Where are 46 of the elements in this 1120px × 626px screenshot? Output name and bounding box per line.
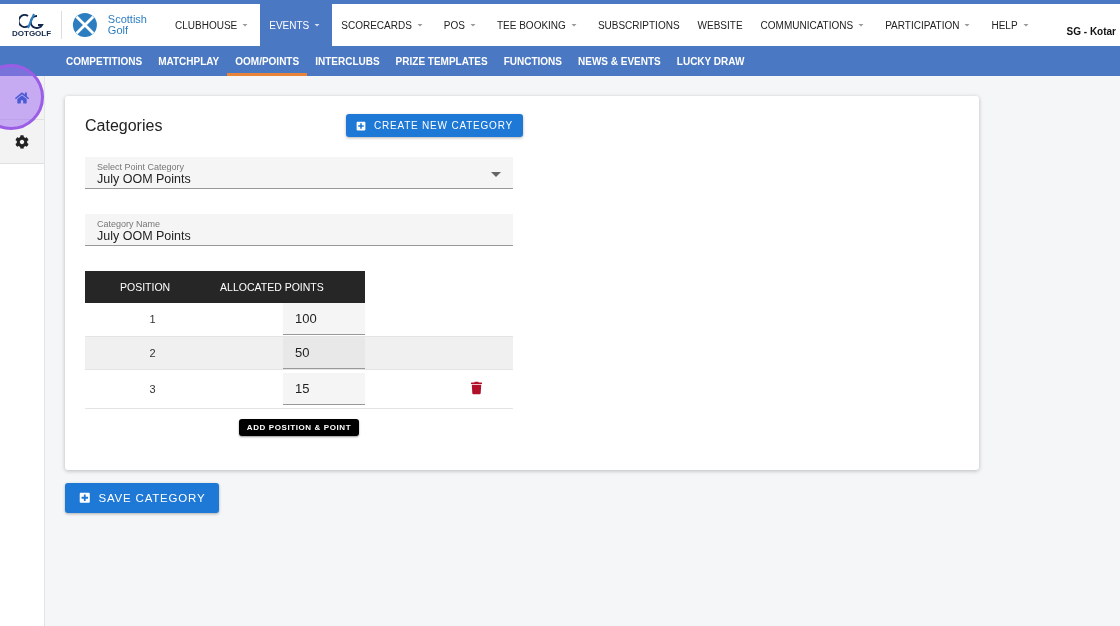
field-label: Category Name	[97, 219, 162, 229]
dropdown-caret-icon	[491, 171, 501, 177]
nav-tab[interactable]: SCORECARDS	[332, 4, 435, 46]
nav-tab[interactable]: EVENTS	[260, 4, 333, 46]
select-field[interactable]: Select Point Category July OOM Points	[85, 157, 513, 189]
table-cell: 2	[85, 336, 221, 369]
table-cell: 1	[85, 303, 221, 336]
field-value: July OOM Points	[97, 172, 192, 186]
plus-icon	[79, 491, 91, 504]
user-name: SG - Kotar	[1066, 25, 1116, 37]
points-input[interactable]: 50	[283, 336, 366, 369]
subnav-tab[interactable]: PRIZE TEMPLATES	[387, 46, 496, 76]
nav-tab[interactable]: COMMUNICATIONS	[751, 4, 877, 46]
subnav-tab[interactable]: LUCKY DRAW	[668, 46, 753, 76]
subnav-tab[interactable]: FUNCTIONS	[495, 46, 570, 76]
delete-icon[interactable]	[471, 380, 483, 395]
logo-text: DOTGOLF	[12, 28, 52, 38]
points-input[interactable]: 100	[283, 303, 366, 336]
input-field[interactable]: Category Name July OOM Points	[85, 214, 513, 246]
nav-tab[interactable]: TEE BOOKING	[487, 4, 589, 46]
subnav-tab[interactable]: MATCHPLAY	[150, 46, 228, 76]
home-icon	[15, 90, 29, 105]
field-label: Select Point Category	[97, 162, 186, 172]
subnav-tab[interactable]: NEWS & EVENTS	[570, 46, 669, 76]
logo-icon	[18, 12, 45, 29]
column-header: POSITION	[85, 271, 221, 303]
subnav-tab[interactable]: COMPETITIONS	[58, 46, 151, 76]
table-cell: 3	[85, 369, 221, 408]
plus-icon	[355, 120, 366, 131]
section-title: Categories	[85, 116, 163, 135]
points-input[interactable]: 15	[283, 372, 366, 405]
nav-tab[interactable]: POS	[434, 4, 488, 46]
column-header: ALLOCATED POINTS	[220, 271, 366, 303]
create-category-button[interactable]: CREATE NEW CATEGORY	[345, 114, 523, 137]
add-position-button[interactable]: ADD POSITION & POINT	[238, 418, 360, 436]
field-value: July OOM Points	[97, 229, 192, 243]
settings-icon	[15, 134, 29, 149]
nav-tab[interactable]: CLUBHOUSE	[166, 4, 261, 46]
subnav-tab[interactable]: INTERCLUBS	[307, 46, 388, 76]
nav-tab[interactable]: HELP	[982, 4, 1041, 46]
partner-name: Scottish Golf	[107, 14, 148, 36]
nav-tab[interactable]: WEBSITE	[688, 4, 752, 46]
save-category-button[interactable]: SAVE CATEGORY	[65, 482, 220, 513]
subnav-tab[interactable]: OOM/POINTS	[227, 46, 308, 76]
nav-tab[interactable]: PARTICIPATION	[876, 4, 983, 46]
nav-tab[interactable]: SUBSCRIPTIONS	[588, 4, 689, 46]
